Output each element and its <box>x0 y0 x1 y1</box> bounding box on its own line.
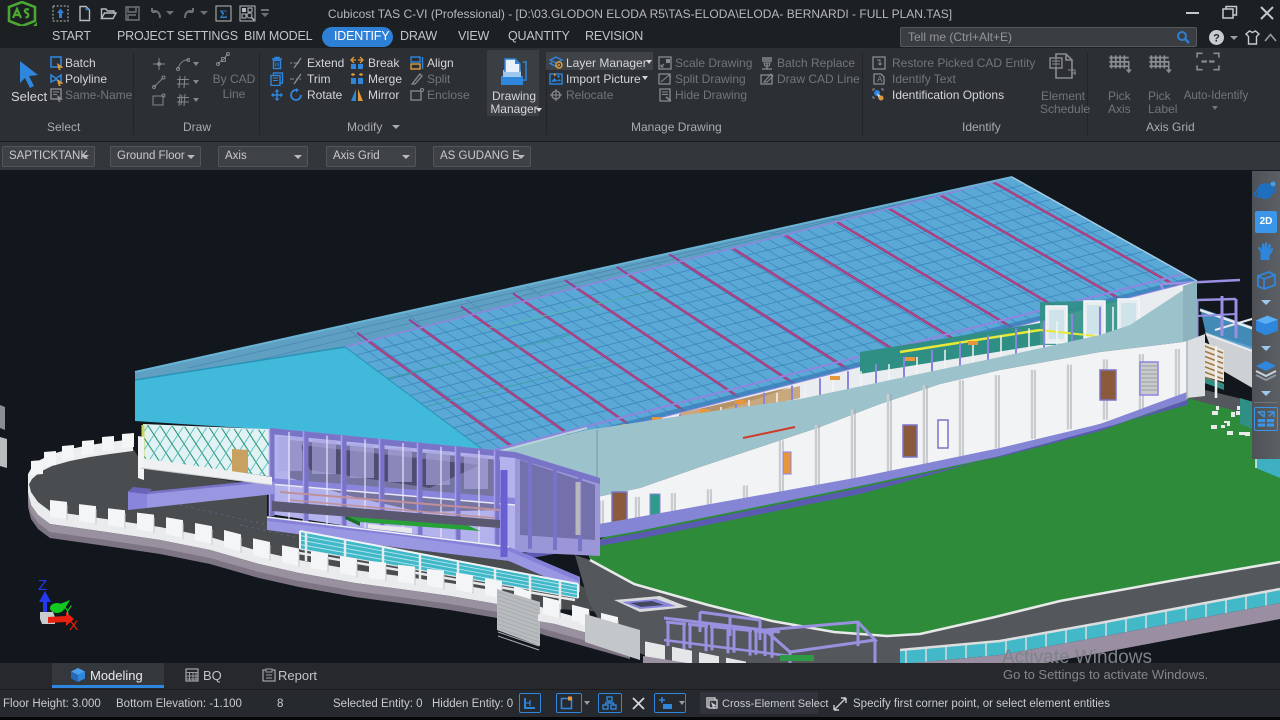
svg-text:Y: Y <box>63 602 73 618</box>
svg-text:Z: Z <box>38 577 47 594</box>
svg-text:Activate Windows: Activate Windows <box>1002 647 1152 663</box>
svg-text:?: ? <box>1213 33 1220 45</box>
svg-text:X: X <box>69 617 79 633</box>
svg-text:A: A <box>877 75 883 84</box>
